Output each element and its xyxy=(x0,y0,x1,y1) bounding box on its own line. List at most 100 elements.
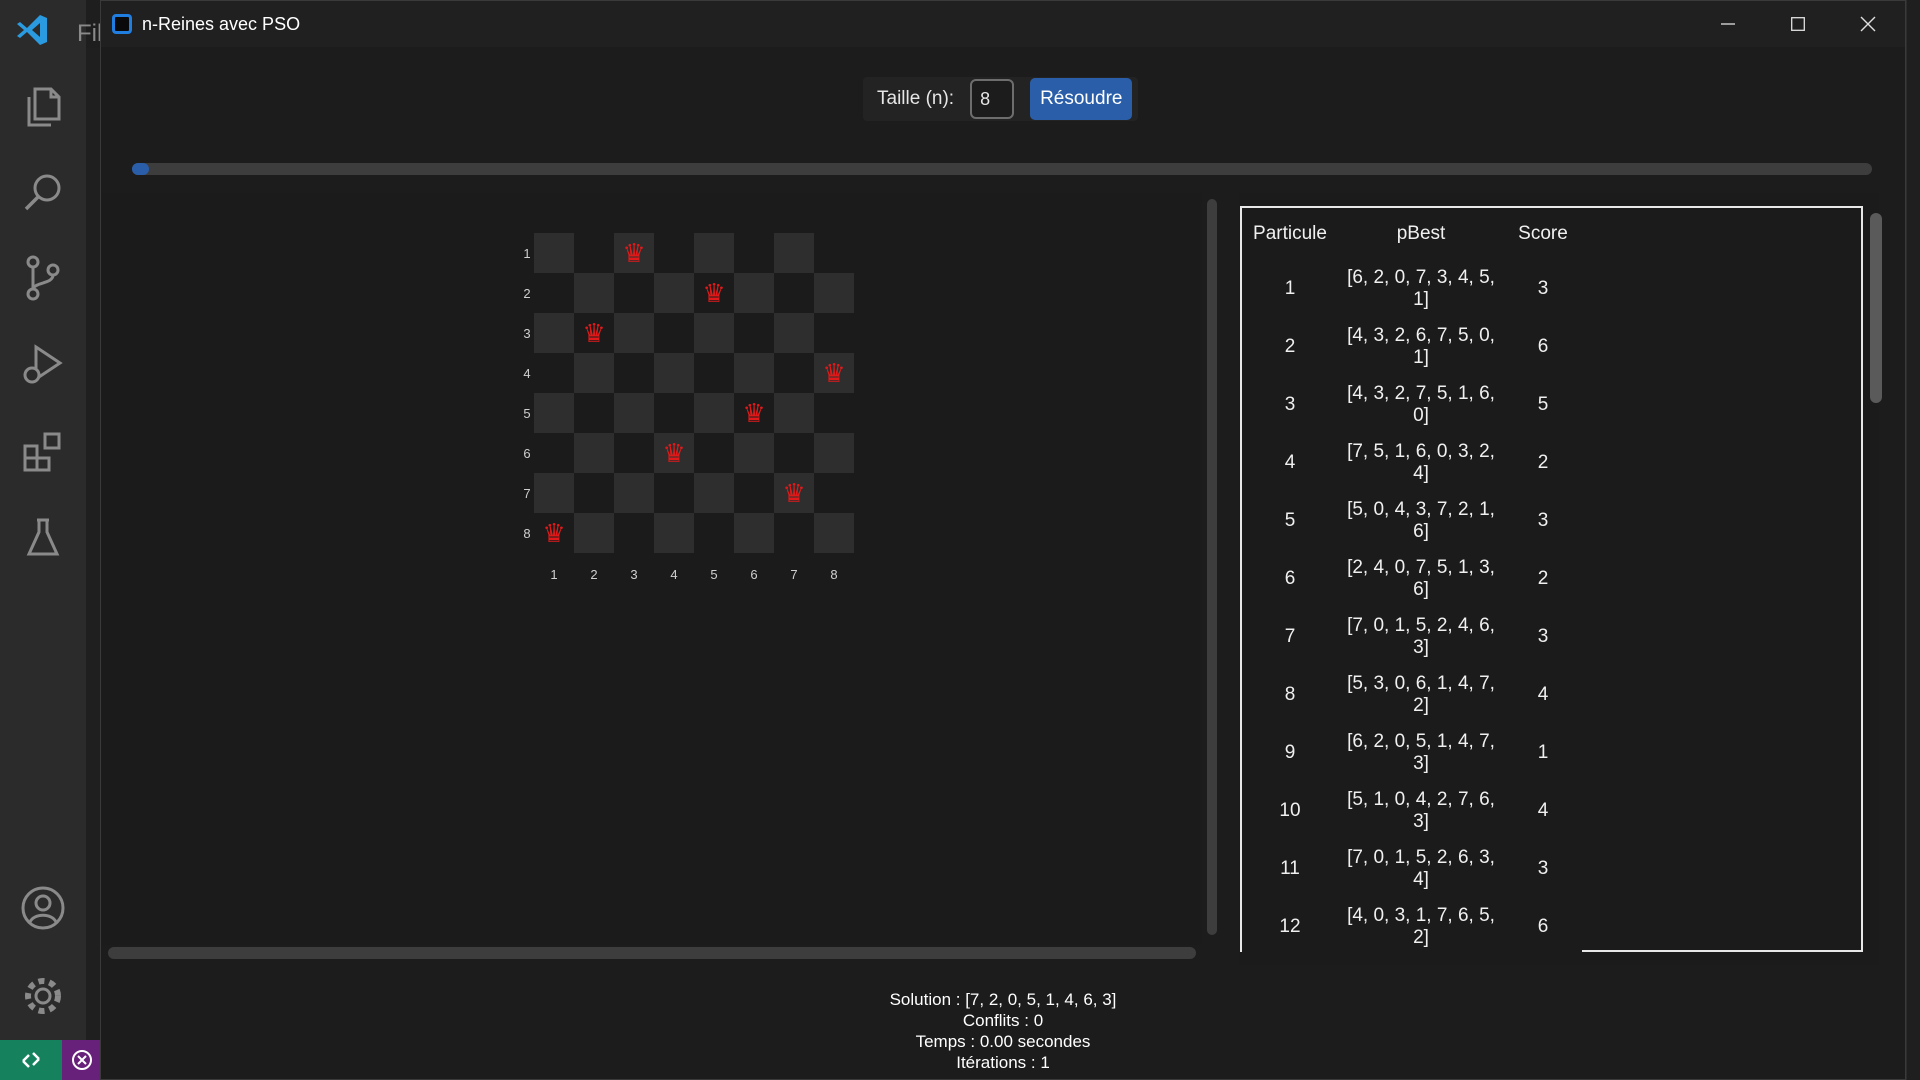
board-vertical-scrollbar[interactable] xyxy=(1207,199,1217,935)
board-cell xyxy=(654,233,694,273)
particle-cell: 5 xyxy=(1284,510,1296,531)
board-cell xyxy=(534,353,574,393)
pbest-cell: [4, 0, 3, 1, 7, 6, 5, 2] xyxy=(1347,905,1495,948)
board-cell xyxy=(614,473,654,513)
table-row: 2 [4, 3, 2, 6, 7, 5, 0, 1] 6 xyxy=(1242,318,1582,376)
board-cell xyxy=(574,513,614,553)
table-row: 4 [7, 5, 1, 6, 0, 3, 2, 4] 2 xyxy=(1242,434,1582,492)
board-cell: ♛ xyxy=(774,473,814,513)
board-horizontal-scrollbar[interactable] xyxy=(108,947,1196,959)
pbest-cell: [6, 2, 0, 5, 1, 4, 7, 3] xyxy=(1347,731,1495,774)
board-cell xyxy=(734,513,774,553)
vscode-logo-icon xyxy=(17,15,47,45)
progress-bar xyxy=(132,163,1872,175)
source-control-icon[interactable] xyxy=(19,254,67,302)
board-cell xyxy=(614,393,654,433)
settings-gear-icon[interactable] xyxy=(19,972,67,1020)
board-cell xyxy=(654,393,694,433)
row-label: 6 xyxy=(523,446,531,461)
board-cell xyxy=(774,513,814,553)
problems-error-icon[interactable] xyxy=(62,1040,102,1080)
score-cell: 2 xyxy=(1537,452,1549,473)
app-icon xyxy=(112,14,132,34)
board-cell xyxy=(814,273,854,313)
particle-cell: 10 xyxy=(1279,800,1301,821)
extensions-icon[interactable] xyxy=(19,428,67,476)
board-cell xyxy=(814,433,854,473)
vscode-sidebar-edge xyxy=(86,48,100,1080)
queen-icon: ♛ xyxy=(742,398,766,428)
pbest-table: Particule pBest Score 1 [6, 2, 0, 7, 3, 4… xyxy=(1242,208,1582,956)
board-cell xyxy=(614,513,654,553)
board-cell xyxy=(694,433,734,473)
board-cell xyxy=(774,433,814,473)
pbest-cell: [7, 0, 1, 5, 2, 6, 3, 4] xyxy=(1347,847,1495,890)
board-cell xyxy=(534,393,574,433)
column-label: 4 xyxy=(670,567,678,582)
column-header-score: Score xyxy=(1518,223,1568,244)
maximize-icon xyxy=(1791,17,1805,31)
explorer-icon[interactable] xyxy=(19,83,67,131)
board-cell xyxy=(734,313,774,353)
results-panel: Solution : [7, 2, 0, 5, 1, 4, 6, 3] Conf… xyxy=(101,989,1905,1073)
board-cell xyxy=(534,473,574,513)
board-cell: ♛ xyxy=(814,353,854,393)
vscode-editor-edge xyxy=(1906,0,1920,1080)
maximize-button[interactable] xyxy=(1763,1,1833,47)
score-cell: 2 xyxy=(1537,568,1549,589)
table-row: 12 [4, 0, 3, 1, 7, 6, 5, 2] 6 xyxy=(1242,898,1582,956)
remote-indicator-icon[interactable] xyxy=(0,1040,62,1080)
progress-fill xyxy=(132,163,150,175)
table-vertical-scrollbar[interactable] xyxy=(1870,213,1882,403)
table-row: 7 [7, 0, 1, 5, 2, 4, 6, 3] 3 xyxy=(1242,608,1582,666)
chess-board: ♛ ♛ ♛ ♛ ♛ ♛ ♛ ♛ xyxy=(534,233,854,553)
row-label: 7 xyxy=(523,486,531,501)
particle-cell: 8 xyxy=(1284,684,1296,705)
board-cell xyxy=(654,313,694,353)
particle-cell: 3 xyxy=(1284,394,1296,415)
row-label: 5 xyxy=(523,406,531,421)
board-cell xyxy=(574,433,614,473)
row-label: 2 xyxy=(523,286,531,301)
board-cell xyxy=(534,313,574,353)
queen-icon: ♛ xyxy=(782,478,806,508)
board-cell xyxy=(734,433,774,473)
solve-button[interactable]: Résoudre xyxy=(1030,78,1133,120)
search-icon[interactable] xyxy=(19,168,67,216)
queen-icon: ♛ xyxy=(662,438,686,468)
minimize-button[interactable] xyxy=(1693,1,1763,47)
particle-cell: 7 xyxy=(1284,626,1296,647)
vscode-menu-file[interactable]: Fil xyxy=(77,20,102,48)
board-cell xyxy=(694,353,734,393)
board-cell: ♛ xyxy=(534,513,574,553)
pbest-cell: [4, 3, 2, 6, 7, 5, 0, 1] xyxy=(1347,325,1495,368)
pbest-cell: [5, 3, 0, 6, 1, 4, 7, 2] xyxy=(1347,673,1495,716)
toolbar: Taille (n): Résoudre xyxy=(863,77,1139,121)
board-cell xyxy=(534,273,574,313)
close-button[interactable] xyxy=(1833,1,1903,47)
score-cell: 5 xyxy=(1537,394,1549,415)
board-cell xyxy=(614,353,654,393)
row-label: 8 xyxy=(523,526,531,541)
particle-cell: 2 xyxy=(1284,336,1296,357)
board-cell xyxy=(574,273,614,313)
account-icon[interactable] xyxy=(19,884,67,932)
run-debug-icon[interactable] xyxy=(19,340,67,388)
particle-cell: 6 xyxy=(1284,568,1296,589)
row-label: 1 xyxy=(523,246,531,261)
pbest-cell: [5, 1, 0, 4, 2, 7, 6, 3] xyxy=(1347,789,1495,832)
board-cell xyxy=(734,233,774,273)
size-input[interactable] xyxy=(970,79,1015,119)
testing-icon[interactable] xyxy=(19,514,67,562)
pbest-cell: [6, 2, 0, 7, 3, 4, 5, 1] xyxy=(1347,267,1495,310)
column-label: 6 xyxy=(750,567,758,582)
board-cell xyxy=(774,273,814,313)
table-row: 1 [6, 2, 0, 7, 3, 4, 5, 1] 3 xyxy=(1242,260,1582,318)
board-cell xyxy=(774,393,814,433)
board-cell xyxy=(694,513,734,553)
row-label: 4 xyxy=(523,366,531,381)
table-row: 5 [5, 0, 4, 3, 7, 2, 1, 6] 3 xyxy=(1242,492,1582,550)
board-cell xyxy=(734,473,774,513)
minimize-icon xyxy=(1721,23,1735,25)
board-cell: ♛ xyxy=(734,393,774,433)
